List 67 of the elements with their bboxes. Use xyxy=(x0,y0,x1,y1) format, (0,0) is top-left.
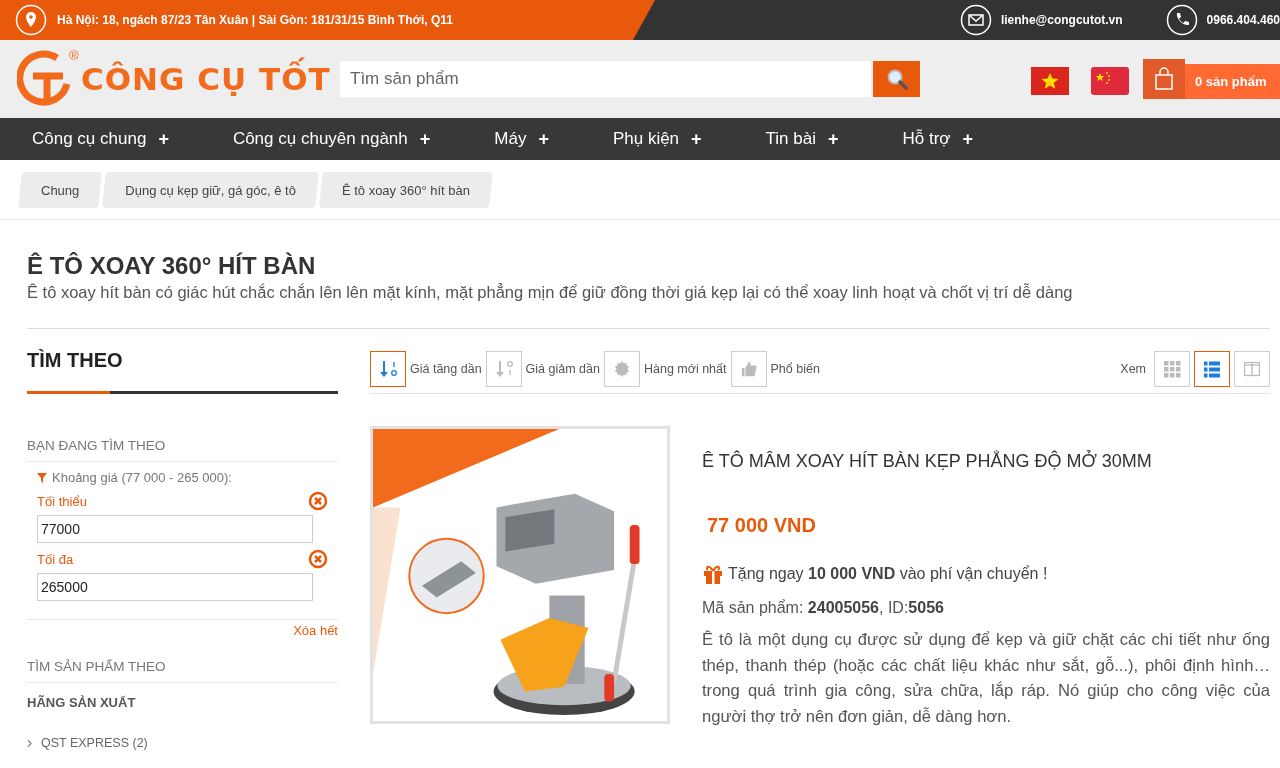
product-description: Ê tô là một dụng cụ được sử dụng để kẹp và giữ chặt các chi tiết như ống thép, thanh thép (hoặc các chất liệu khác như sắt, gỗ...), phôi định hình… trong quá trình gia công, sửa chữa, lắp ráp. Nó giúp cho công việc của người thợ trở nên đơn giản, dễ dàng hơn. xyxy=(702,629,1270,728)
search-button[interactable] xyxy=(873,61,920,97)
expand-sign[interactable]: + xyxy=(691,128,702,150)
search-field[interactable]: Tìm sản phẩm xyxy=(340,61,871,97)
view-button[interactable] xyxy=(1194,350,1230,387)
promo-text: Tặng ngay 10 000 VND vào phí vận chuyển ! xyxy=(728,565,1048,583)
nav-item[interactable]: Hỗ trợ + xyxy=(870,118,1006,160)
breadcrumb-link[interactable]: Dụng cụ kẹp giữ, gá góc, ê tô xyxy=(104,172,317,208)
address-text: Hà Nội: 18, ngách 87/23 Tân Xuân | Sài Gòn: 181/31/15 Bình Thới, Q11 xyxy=(57,13,453,27)
view-button[interactable] xyxy=(1234,350,1270,387)
group-heading: HÃNG SẢN XUẤT xyxy=(27,695,137,710)
product-code: Mã sản phẩm: 24005056, ID:5056 xyxy=(702,599,945,617)
view-label: Xem xyxy=(1120,361,1146,376)
sort-label[interactable]: Giá giảm dần xyxy=(525,361,600,376)
thumbs-up-icon xyxy=(739,359,758,378)
product-price: 77 000 VND xyxy=(707,514,817,537)
input-field[interactable]: 77000 xyxy=(37,515,313,543)
nav-item[interactable]: Phụ kiện + xyxy=(580,118,734,160)
nav-item[interactable]: Máy + xyxy=(462,118,581,160)
sort-button[interactable] xyxy=(603,350,640,387)
shopping-bag-icon xyxy=(1154,67,1174,91)
sort-button[interactable] xyxy=(485,350,522,387)
field-label: Tối thiểu xyxy=(37,493,87,509)
grid-icon xyxy=(1163,359,1181,378)
nav-item[interactable]: Tin bài + xyxy=(733,118,871,160)
expand-sign[interactable]: + xyxy=(828,128,839,150)
product-name[interactable]: Ê TÔ MÂM XOAY HÍT BÀN KẸP PHẲNG ĐỘ MỞ 30MM xyxy=(702,451,1270,472)
filter-option[interactable]: QST EXPRESS (2) xyxy=(41,736,148,750)
phone-icon xyxy=(1165,4,1198,36)
china-flag-icon xyxy=(1091,67,1129,95)
list-icon xyxy=(1203,359,1221,378)
breadcrumb-link[interactable]: Ê tô xoay 360° hít bàn xyxy=(320,172,491,208)
gift-icon xyxy=(702,563,724,585)
section-heading: BẠN ĐANG TÌM THEO xyxy=(27,438,338,462)
badge-icon xyxy=(612,359,631,378)
sort-label[interactable]: Hàng mới nhất xyxy=(643,361,727,376)
chevron-icon xyxy=(27,738,32,748)
columns-icon xyxy=(1243,359,1261,378)
sort-label[interactable]: Giá tăng dần xyxy=(410,361,482,376)
expand-sign[interactable]: + xyxy=(962,128,974,150)
sidebar-heading: TÌM THEO xyxy=(27,349,123,371)
remove-icon xyxy=(308,491,328,511)
location-pin-icon xyxy=(15,4,47,36)
registered-mark: ® xyxy=(69,48,79,63)
expand-sign[interactable]: + xyxy=(538,128,549,150)
vietnam-flag-icon xyxy=(1031,67,1069,95)
expand-sign[interactable]: + xyxy=(419,128,431,150)
filter-label: Khoảng giá (77 000 - 265 000): xyxy=(52,470,232,485)
view-button[interactable] xyxy=(1154,350,1190,387)
remove-icon xyxy=(308,549,328,569)
section-heading: TÌM SẢN PHẨM THEO xyxy=(27,659,338,683)
sort-label[interactable]: Phổ biến xyxy=(770,361,820,376)
nav-item[interactable]: Công cụ chuyên ngành + xyxy=(200,118,463,160)
nav-item[interactable]: Công cụ chung + xyxy=(0,118,201,160)
page-description: Ê tô xoay hít bàn có giác hút chắc chắn lên lên mặt kính, mặt phẳng mịn để giữ đồng thời giá kẹp lại có thể xoay linh hoạt và chốt vị trí dễ dàng xyxy=(27,283,1074,302)
field-label: Tối đa xyxy=(37,551,74,567)
clear-link[interactable]: Xóa hết xyxy=(293,623,338,638)
mail-icon xyxy=(959,4,992,36)
sort-button[interactable] xyxy=(370,350,406,387)
sort-button[interactable] xyxy=(730,350,767,387)
page-title: Ê TÔ XOAY 360° HÍT BÀN xyxy=(27,251,317,281)
phone-number: 0966.404.460 xyxy=(1206,13,1280,27)
funnel-icon xyxy=(37,472,47,483)
email-link[interactable]: lienhe@congcutot.vn xyxy=(1000,13,1123,27)
expand-sign[interactable]: + xyxy=(158,128,169,150)
input-field[interactable]: 265000 xyxy=(37,573,313,601)
breadcrumb-link[interactable]: Chung xyxy=(20,172,101,208)
